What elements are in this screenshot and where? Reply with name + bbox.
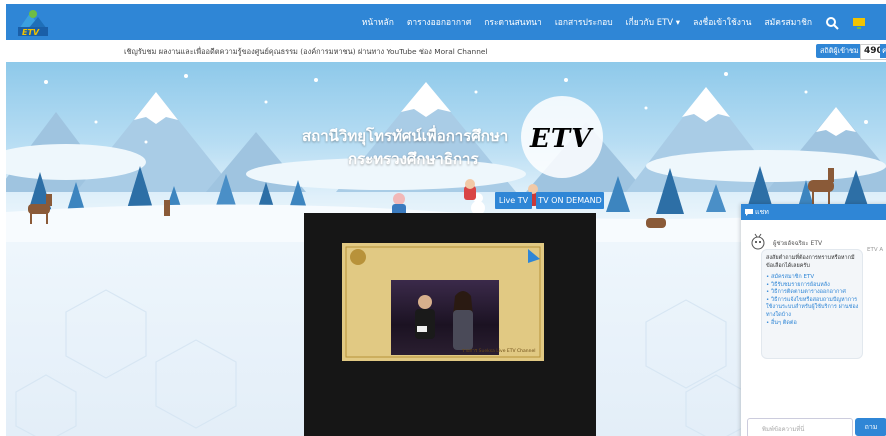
hero-subtitle: กระทรวงศึกษาธิการ [348,150,479,168]
quick-reply-option[interactable]: • วิธีการติดตามตารางออกอากาศ [766,289,860,297]
quick-reply-option[interactable]: • อื่นๆ ติดต่อ [766,320,860,328]
quick-reply-list: • สมัครสมาชิก ETV • วิธีรับชมรายการย้อนห… [766,274,860,327]
chat-header-title: แชท [755,208,769,216]
chat-message-input[interactable]: พิมพ์ข้อความที่นี่ [747,418,853,436]
monitor-icon[interactable] [852,15,866,29]
video-caption: รายการ Sueksa Live ETV Channel [462,349,536,354]
chat-header[interactable]: แชท [741,204,886,220]
nav-schedule[interactable]: ตารางออกอากาศ [407,15,471,29]
etv-logo-icon: ETV [18,10,48,37]
chat-send-button[interactable]: ถาม [855,418,886,436]
visitor-count-unit: คน [880,44,886,58]
page: ETV หน้าหลัก ตารางออกอากาศ กระดานสนทนา เ… [6,4,886,436]
live-tv-tab[interactable]: Live TV [495,192,532,209]
etv-logo[interactable]: ETV [16,7,50,37]
nav-about[interactable]: เกี่ยวกับ ETV ▾ [626,15,680,29]
message-time: ETV A [867,247,884,253]
bot-intro-text: สงสัยตำถามที่ต้องการทราบหรือหากมีข้อเลือ… [766,255,855,269]
bot-avatar-icon [751,233,765,250]
chat-widget: แชท ผู้ช่วยอัจฉริยะ ETV ETV A สงสัยตำถาม… [741,204,886,436]
video-frame: รายการ Sueksa Live ETV Channel [342,243,544,361]
nav-documents[interactable]: เอกสารประกอบ [555,15,613,29]
nav-forum[interactable]: กระดานสนทนา [484,15,542,29]
nav-register[interactable]: สมัครสมาชิก [764,15,812,29]
hosts-scene [415,291,473,350]
quick-reply-option[interactable]: • สมัครสมาชิก ETV [766,274,860,282]
search-icon[interactable] [825,15,839,30]
nav-home[interactable]: หน้าหลัก [362,15,394,29]
top-navbar: ETV หน้าหลัก ตารางออกอากาศ กระดานสนทนา เ… [6,4,886,40]
svg-text:ETV: ETV [22,28,40,37]
nav-login[interactable]: ลงชื่อเข้าใช้งาน [693,15,751,29]
quick-reply-option[interactable]: • วิธีการแจ้งไขหรือสอบถามปัญหาการใช้งานร… [766,297,860,320]
chat-input-placeholder: พิมพ์ข้อความที่นี่ [762,426,805,433]
announcement-bar: เชิญรับชม ผลงานและเพื่ออดีตความรู้ของศูน… [6,40,886,63]
etv-brand-wordmark: ETV [530,124,593,154]
chat-bubble-icon [745,209,753,216]
bot-message: สงสัยตำถามที่ต้องการทราบหรือหากมีข้อเลือ… [761,249,863,359]
video-player[interactable]: รายการ Sueksa Live ETV Channel [304,213,596,436]
announcement-marquee[interactable]: เชิญรับชม ผลงานและเพื่ออดีตความรู้ของศูน… [124,46,487,58]
bot-name: ผู้ช่วยอัจฉริยะ ETV [773,240,823,247]
main-menu: หน้าหลัก ตารางออกอากาศ กระดานสนทนา เอกสา… [362,4,866,40]
visitor-stats-label: สถิติผู้เข้าชม [816,44,863,58]
hero-title: สถานีวิทยุโทรทัศน์เพื่อการศึกษา [302,127,509,145]
video-content[interactable] [391,280,499,355]
tv-on-demand-tab[interactable]: TV ON DEMAND [536,192,604,209]
